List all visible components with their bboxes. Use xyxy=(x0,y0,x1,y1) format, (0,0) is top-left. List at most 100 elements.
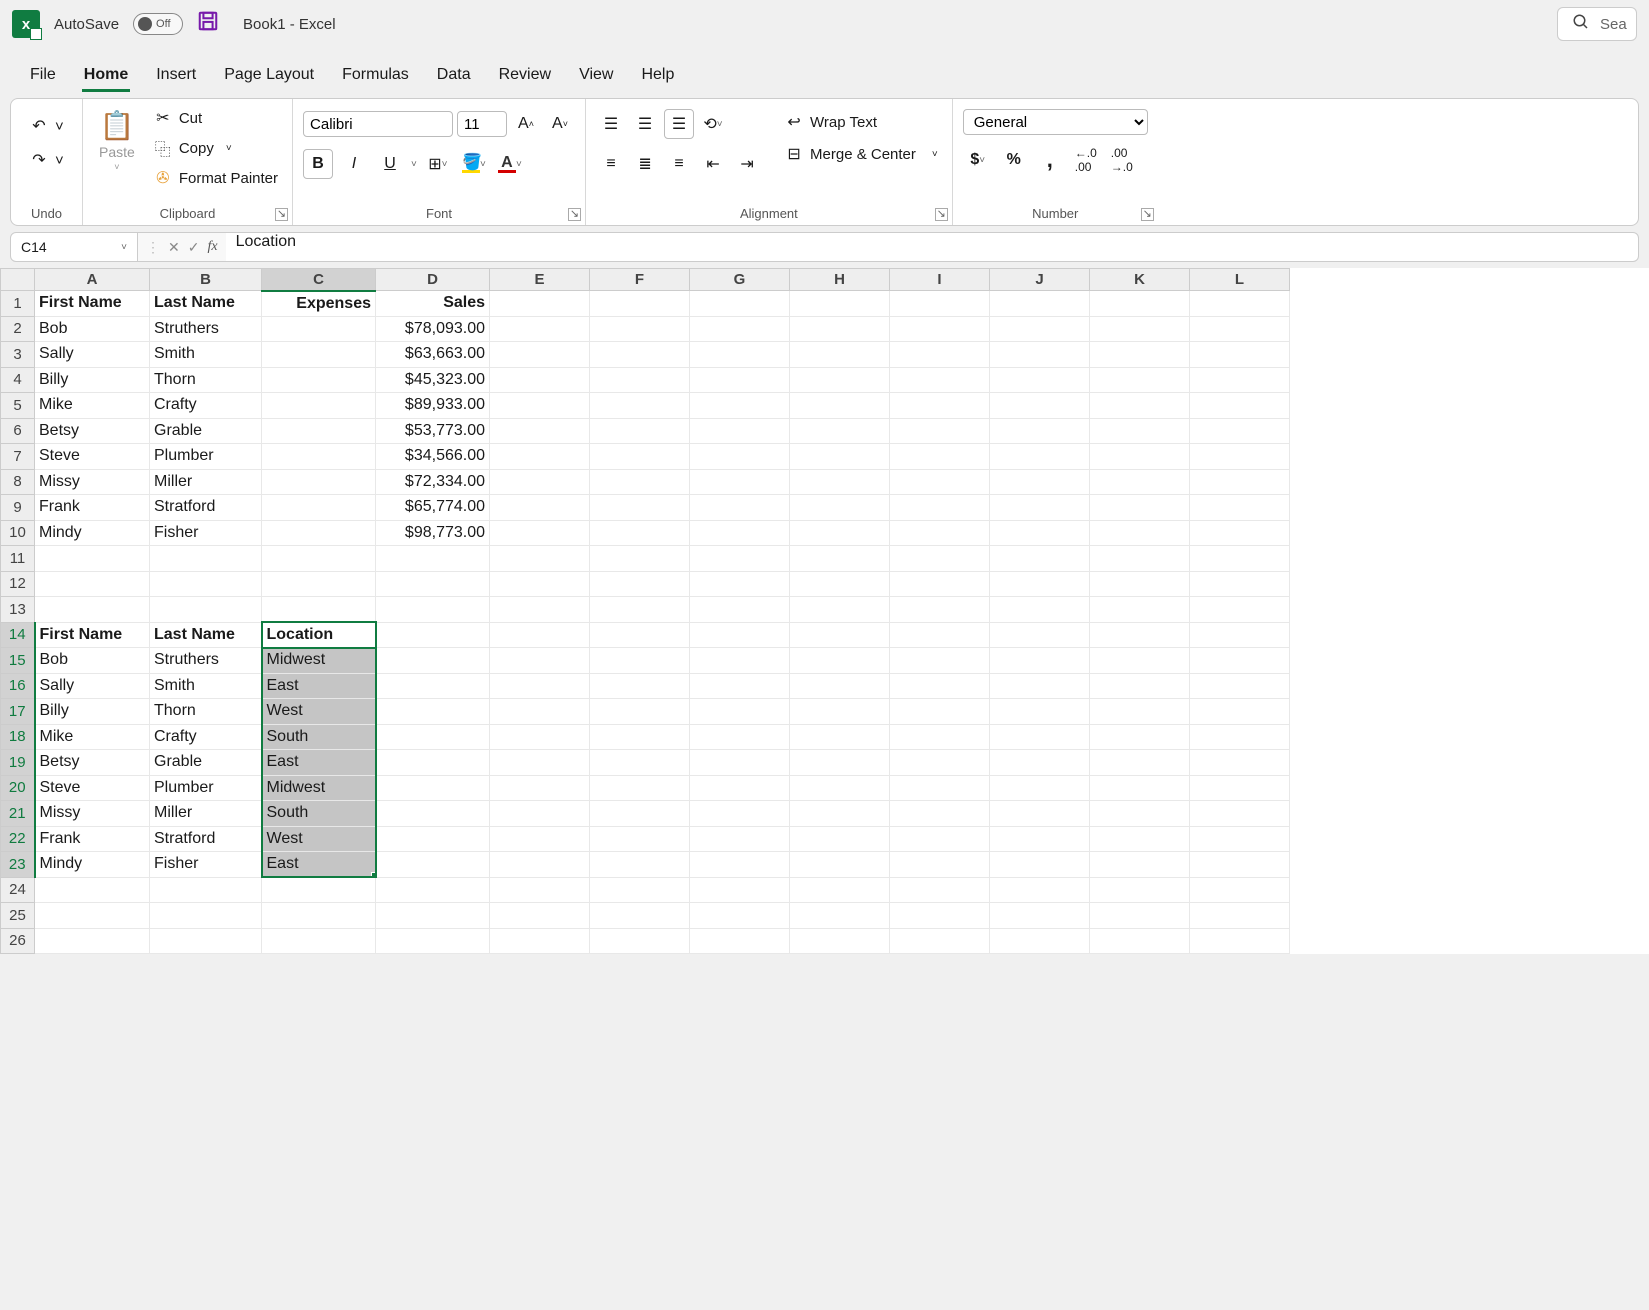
cell-K14[interactable] xyxy=(1090,622,1190,648)
cell-D2[interactable]: $78,093.00 xyxy=(376,316,490,342)
cell-H15[interactable] xyxy=(790,648,890,674)
cell-B10[interactable]: Fisher xyxy=(150,520,262,546)
cell-D3[interactable]: $63,663.00 xyxy=(376,342,490,368)
cell-J8[interactable] xyxy=(990,469,1090,495)
cell-J18[interactable] xyxy=(990,724,1090,750)
cell-B7[interactable]: Plumber xyxy=(150,444,262,470)
cell-J21[interactable] xyxy=(990,801,1090,827)
column-header-A[interactable]: A xyxy=(35,269,150,291)
cell-L10[interactable] xyxy=(1190,520,1290,546)
cell-L18[interactable] xyxy=(1190,724,1290,750)
cell-I18[interactable] xyxy=(890,724,990,750)
cell-I7[interactable] xyxy=(890,444,990,470)
cell-I8[interactable] xyxy=(890,469,990,495)
cell-J25[interactable] xyxy=(990,903,1090,929)
cell-F19[interactable] xyxy=(590,750,690,776)
cell-A24[interactable] xyxy=(35,877,150,903)
cell-H9[interactable] xyxy=(790,495,890,521)
cell-A19[interactable]: Betsy xyxy=(35,750,150,776)
cell-H16[interactable] xyxy=(790,673,890,699)
cell-F14[interactable] xyxy=(590,622,690,648)
cell-B11[interactable] xyxy=(150,546,262,572)
cell-B18[interactable]: Crafty xyxy=(150,724,262,750)
increase-indent-button[interactable]: ⇥ xyxy=(732,149,762,179)
cell-D25[interactable] xyxy=(376,903,490,929)
cell-E1[interactable] xyxy=(490,291,590,317)
tab-insert[interactable]: Insert xyxy=(154,60,198,90)
cell-A2[interactable]: Bob xyxy=(35,316,150,342)
cell-E9[interactable] xyxy=(490,495,590,521)
cell-H22[interactable] xyxy=(790,826,890,852)
cell-K5[interactable] xyxy=(1090,393,1190,419)
cell-I11[interactable] xyxy=(890,546,990,572)
cell-B17[interactable]: Thorn xyxy=(150,699,262,725)
cell-L22[interactable] xyxy=(1190,826,1290,852)
cell-H4[interactable] xyxy=(790,367,890,393)
column-header-G[interactable]: G xyxy=(690,269,790,291)
cell-G6[interactable] xyxy=(690,418,790,444)
cell-L21[interactable] xyxy=(1190,801,1290,827)
cell-G9[interactable] xyxy=(690,495,790,521)
column-header-B[interactable]: B xyxy=(150,269,262,291)
cell-C19[interactable]: East xyxy=(262,750,376,776)
cell-B6[interactable]: Grable xyxy=(150,418,262,444)
cell-H26[interactable] xyxy=(790,928,890,954)
cell-F15[interactable] xyxy=(590,648,690,674)
column-header-F[interactable]: F xyxy=(590,269,690,291)
cell-D9[interactable]: $65,774.00 xyxy=(376,495,490,521)
tab-review[interactable]: Review xyxy=(497,60,553,90)
decrease-indent-button[interactable]: ⇤ xyxy=(698,149,728,179)
cell-J3[interactable] xyxy=(990,342,1090,368)
cell-C12[interactable] xyxy=(262,571,376,597)
cell-I9[interactable] xyxy=(890,495,990,521)
cell-K15[interactable] xyxy=(1090,648,1190,674)
cell-I14[interactable] xyxy=(890,622,990,648)
tab-file[interactable]: File xyxy=(28,60,58,90)
cell-L13[interactable] xyxy=(1190,597,1290,623)
cell-B2[interactable]: Struthers xyxy=(150,316,262,342)
cell-I26[interactable] xyxy=(890,928,990,954)
cell-F18[interactable] xyxy=(590,724,690,750)
cell-K26[interactable] xyxy=(1090,928,1190,954)
cell-K1[interactable] xyxy=(1090,291,1190,317)
row-header-8[interactable]: 8 xyxy=(1,469,35,495)
cell-D4[interactable]: $45,323.00 xyxy=(376,367,490,393)
cell-C20[interactable]: Midwest xyxy=(262,775,376,801)
tab-formulas[interactable]: Formulas xyxy=(340,60,411,90)
cell-I12[interactable] xyxy=(890,571,990,597)
row-header-23[interactable]: 23 xyxy=(1,852,35,878)
cell-D11[interactable] xyxy=(376,546,490,572)
cell-H21[interactable] xyxy=(790,801,890,827)
cell-I24[interactable] xyxy=(890,877,990,903)
cell-J7[interactable] xyxy=(990,444,1090,470)
row-header-11[interactable]: 11 xyxy=(1,546,35,572)
spreadsheet-grid[interactable]: ABCDEFGHIJKL 1First NameLast NameExpense… xyxy=(0,268,1649,954)
row-header-12[interactable]: 12 xyxy=(1,571,35,597)
cell-D23[interactable] xyxy=(376,852,490,878)
cell-D10[interactable]: $98,773.00 xyxy=(376,520,490,546)
percent-button[interactable]: % xyxy=(999,145,1029,175)
cell-F2[interactable] xyxy=(590,316,690,342)
cell-C13[interactable] xyxy=(262,597,376,623)
cell-F10[interactable] xyxy=(590,520,690,546)
align-middle-button[interactable]: ☰ xyxy=(630,109,660,139)
cell-E13[interactable] xyxy=(490,597,590,623)
cell-G4[interactable] xyxy=(690,367,790,393)
cell-I3[interactable] xyxy=(890,342,990,368)
row-header-2[interactable]: 2 xyxy=(1,316,35,342)
cell-F7[interactable] xyxy=(590,444,690,470)
clipboard-launcher[interactable]: ↘ xyxy=(275,208,288,221)
cell-H10[interactable] xyxy=(790,520,890,546)
row-header-3[interactable]: 3 xyxy=(1,342,35,368)
cell-G18[interactable] xyxy=(690,724,790,750)
cell-H1[interactable] xyxy=(790,291,890,317)
cell-H24[interactable] xyxy=(790,877,890,903)
cell-B3[interactable]: Smith xyxy=(150,342,262,368)
align-bottom-button[interactable]: ☰ xyxy=(664,109,694,139)
cell-F4[interactable] xyxy=(590,367,690,393)
cell-J13[interactable] xyxy=(990,597,1090,623)
cell-F3[interactable] xyxy=(590,342,690,368)
cell-I6[interactable] xyxy=(890,418,990,444)
cell-H25[interactable] xyxy=(790,903,890,929)
cell-L23[interactable] xyxy=(1190,852,1290,878)
